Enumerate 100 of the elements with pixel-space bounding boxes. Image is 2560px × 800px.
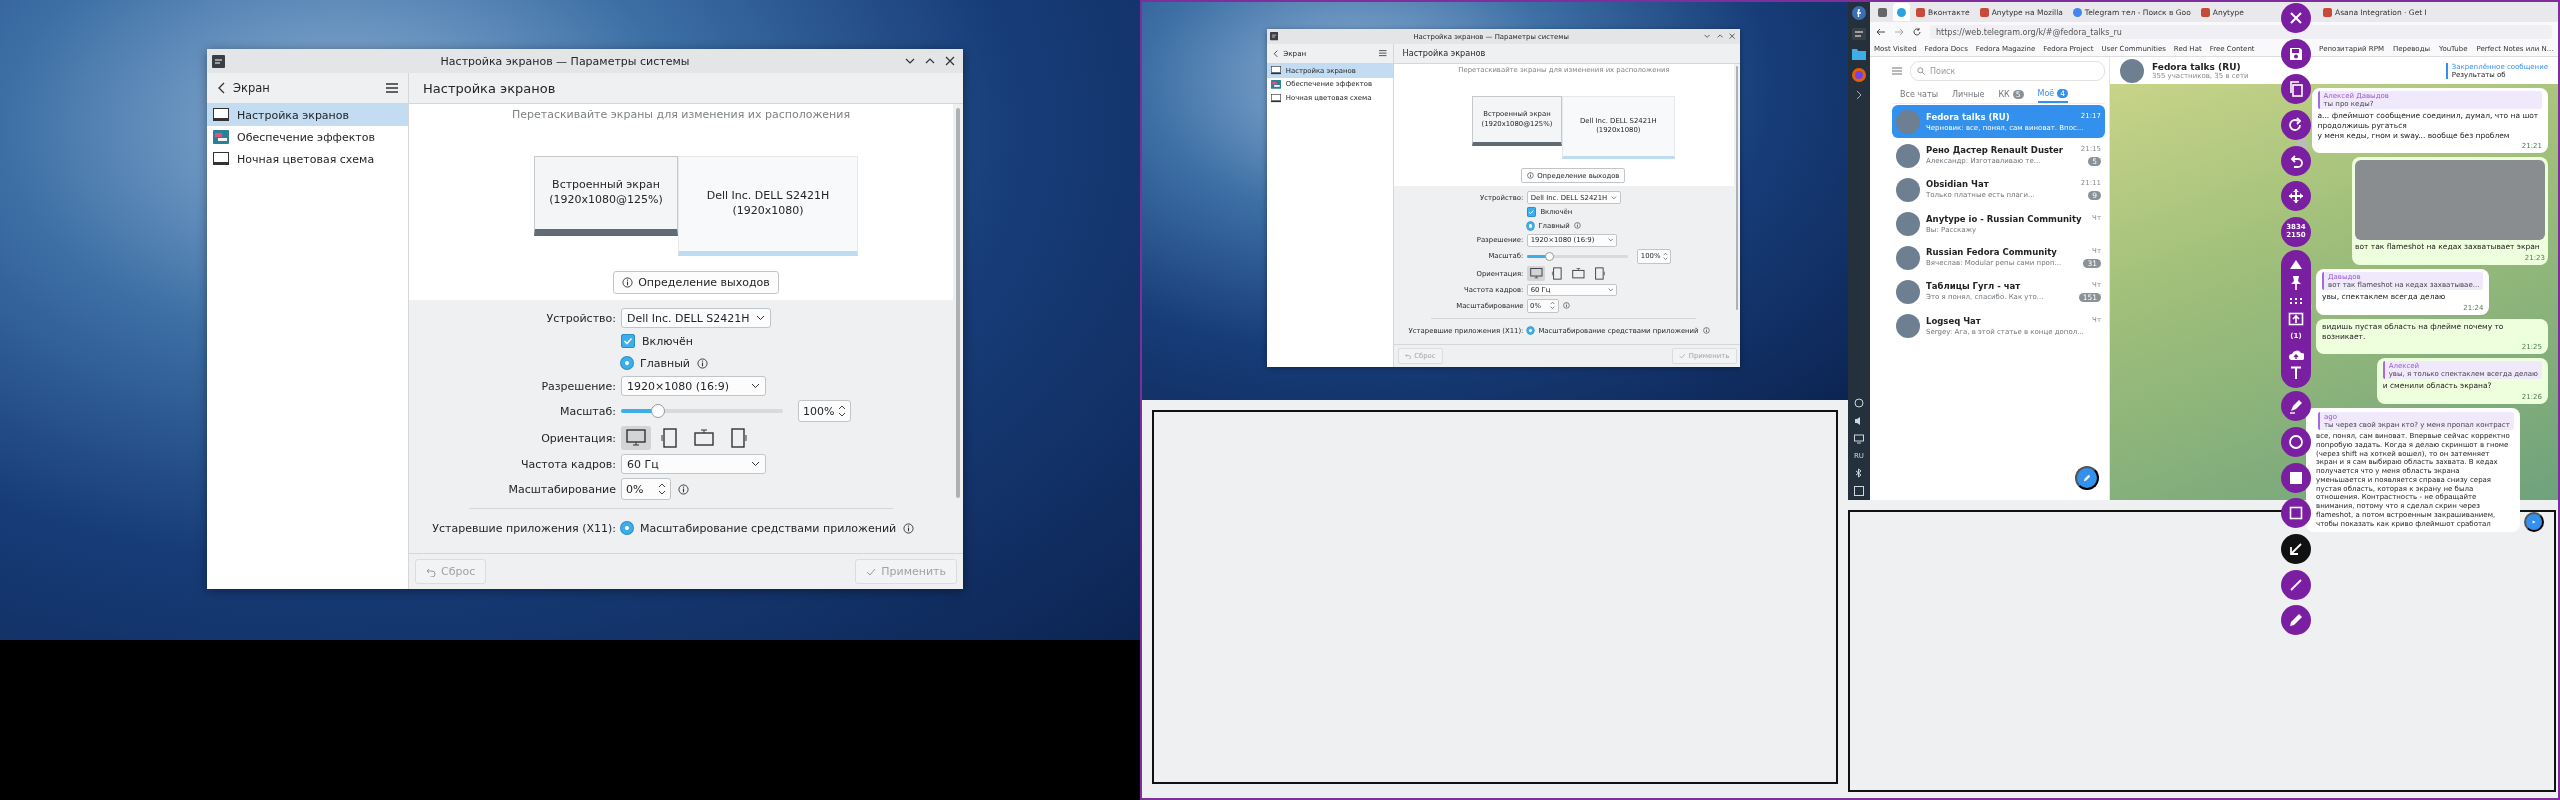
reload-icon[interactable]: [1912, 27, 1922, 37]
slider-thumb[interactable]: [1545, 251, 1555, 261]
resolution-dropdown[interactable]: 1920×1080 (16:9): [621, 376, 766, 396]
folder-tab[interactable]: Личные: [1951, 85, 1985, 103]
hint-text: Перетаскивайте экраны для изменения их расположения: [511, 108, 851, 121]
move-icon: [2288, 188, 2304, 205]
overscan-spinbox[interactable]: 0%: [621, 478, 671, 500]
network-icon[interactable]: [1854, 398, 1864, 408]
maximize-icon[interactable]: [925, 56, 935, 66]
chat-title: Fedora talks (RU): [2152, 61, 2242, 72]
favicon-icon: [2072, 7, 2082, 17]
monitor-icon: [1270, 66, 1281, 76]
radio-label: Масштабирование средствами приложений: [640, 521, 897, 535]
avatar: [2120, 58, 2144, 83]
back-arrow-icon[interactable]: [1876, 27, 1886, 37]
undo-icon: [426, 566, 436, 577]
folder-tab[interactable]: Все чаты: [1900, 85, 1938, 103]
chevron-down-icon: [751, 383, 760, 389]
screen-tile[interactable]: Встроенный экран (1920x1080@125%): [534, 156, 678, 236]
capture-selection-frame[interactable]: [1140, 0, 2560, 800]
checkbox[interactable]: [621, 334, 635, 348]
avatar: [1896, 143, 1920, 168]
search-icon: [1917, 67, 1925, 75]
app-icon: [212, 54, 225, 68]
favicon-icon: [2323, 7, 2332, 17]
field-label: Ориентация:: [540, 431, 616, 445]
sidebar-item[interactable]: Ночная цветовая схема: [207, 148, 408, 170]
close-icon[interactable]: [945, 56, 955, 66]
avatar: [1896, 109, 1920, 134]
radio-button[interactable]: [1526, 222, 1534, 230]
square-icon: [2288, 505, 2304, 522]
page-title: Настройка экранов: [1402, 48, 1486, 59]
window-upload-icon: [2288, 311, 2304, 328]
app-icon: [1270, 32, 1279, 41]
field-label: Разрешение:: [540, 379, 616, 393]
minimize-icon[interactable]: [905, 56, 915, 66]
avatar: [1896, 313, 1920, 338]
folder-label: Моё: [2037, 88, 2055, 98]
screen-tile[interactable]: Dell Inc. DELL S2421H (1920x1080): [678, 156, 858, 256]
display-icon[interactable]: [1854, 434, 1864, 444]
address-bar[interactable]: https://web.telegram.org/k/#@fedora_talks_ru: [1930, 25, 2552, 39]
favicon-icon: [1979, 7, 1989, 17]
text-tool-icon: [2288, 365, 2304, 382]
message-input[interactable]: [2306, 408, 2520, 533]
sidebar-item[interactable]: Обеспечение эффектов: [207, 126, 408, 148]
spin-arrows-icon[interactable]: [658, 482, 666, 496]
radio-label: Главный: [640, 356, 690, 370]
compose-button[interactable]: [2075, 466, 2099, 490]
radio-button[interactable]: [621, 357, 633, 369]
scale-slider[interactable]: [1526, 251, 1628, 261]
browser-icon[interactable]: [1852, 68, 1866, 82]
chat-name: Russian Fedora Community: [1926, 247, 2057, 257]
arrow-icon: [2288, 540, 2304, 557]
checkmark-icon: [623, 336, 633, 346]
marker-icon: [2288, 398, 2304, 415]
slider-thumb[interactable]: [651, 404, 666, 418]
field-label: Масштаб:: [559, 404, 616, 418]
identify-outputs-button[interactable]: Определение выходов: [613, 271, 779, 294]
chevron-right-icon[interactable]: [1855, 90, 1863, 100]
orientation-icon[interactable]: [621, 426, 651, 450]
copy-icon: [2288, 81, 2304, 98]
bluetooth-icon[interactable]: [1855, 468, 1863, 478]
radio-button[interactable]: [621, 522, 633, 534]
checkmark-icon: [866, 566, 877, 577]
monitor-icon: [1270, 93, 1281, 103]
info-icon: [697, 357, 708, 369]
sidebar-item[interactable]: Настройка экранов: [207, 104, 408, 126]
redo-icon: [2288, 117, 2304, 134]
checkbox[interactable]: [1526, 207, 1536, 217]
show-desktop-icon[interactable]: [1854, 486, 1864, 496]
field-label: Масштабирование: [507, 482, 616, 496]
device-dropdown[interactable]: Dell Inc. DELL S2421H: [621, 308, 771, 328]
scale-spinbox[interactable]: 100%: [798, 400, 852, 422]
chat-name: Таблицы Гугл - чат: [1926, 281, 2021, 291]
folder-label: Личные: [1951, 89, 1985, 99]
settings-app-icon[interactable]: [1852, 28, 1866, 40]
menu-icon[interactable]: [386, 83, 398, 93]
refresh-rate-dropdown[interactable]: 60 Гц: [621, 454, 766, 474]
back-icon[interactable]: [217, 82, 225, 94]
circle-icon: [2288, 433, 2304, 450]
browser-tab[interactable]: [1893, 3, 1910, 21]
info-icon: [1562, 302, 1570, 310]
line-icon: [2288, 576, 2304, 593]
orientation-icon[interactable]: [1526, 266, 1546, 282]
folder-label: Все чаты: [1900, 89, 1938, 99]
chat-name: Logseq Чат: [1926, 315, 1981, 326]
scale-slider[interactable]: [621, 404, 783, 418]
filled-square-icon: [2288, 469, 2304, 486]
folder-icon[interactable]: [1852, 48, 1866, 60]
info-icon: [622, 277, 634, 288]
field-label: Устаревшие приложения (X11):: [431, 521, 616, 535]
effects-icon: [213, 130, 229, 144]
favicon-icon: [2200, 7, 2210, 17]
avatar: [1896, 211, 1920, 236]
spin-arrows-icon[interactable]: [838, 404, 847, 418]
radio-button[interactable]: [1526, 326, 1534, 335]
launcher-icon[interactable]: [1852, 6, 1866, 20]
pencil-icon: [2083, 473, 2091, 483]
field-label: Частота кадров:: [520, 457, 616, 471]
field-label: Устройство:: [545, 311, 616, 325]
